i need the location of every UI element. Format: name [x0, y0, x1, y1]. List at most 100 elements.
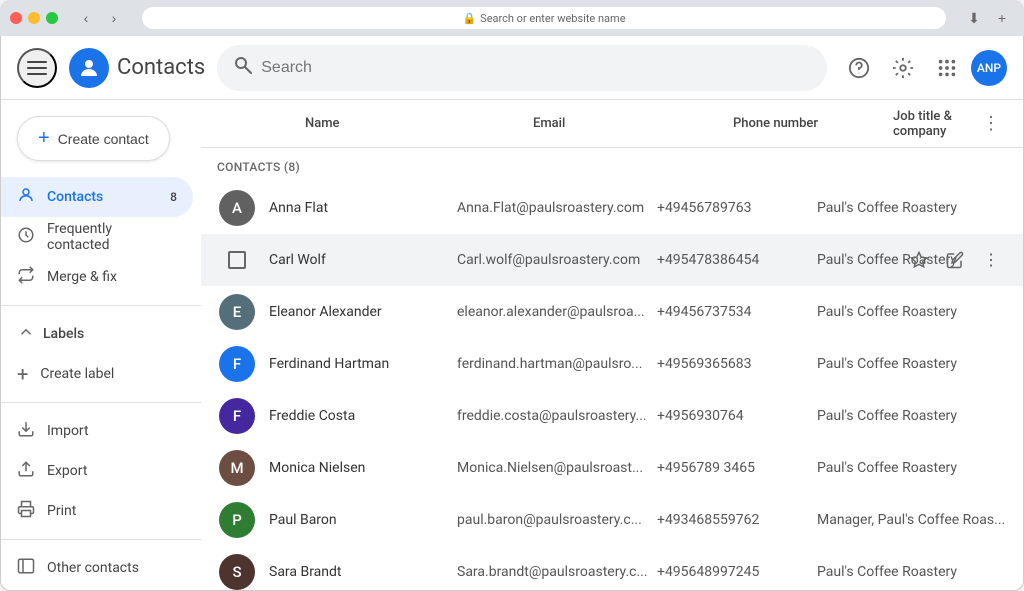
contacts-badge: 8: [170, 190, 177, 204]
top-bar-actions: ANP: [839, 48, 1007, 88]
create-contact-button[interactable]: + Create contact: [17, 116, 170, 161]
sidebar-item-contacts[interactable]: Contacts 8: [1, 177, 193, 217]
contact-name: Sara Brandt: [269, 564, 342, 580]
contact-job: Paul's Coffee Roastery: [817, 460, 1007, 476]
help-button[interactable]: [839, 48, 879, 88]
search-bar[interactable]: [217, 45, 827, 91]
contact-avatar: S: [219, 554, 255, 590]
checkbox-area[interactable]: S: [217, 554, 257, 590]
create-label-label: Create label: [40, 366, 114, 382]
contact-phone: +4956789 3465: [657, 460, 817, 476]
plus-icon: +: [38, 127, 50, 150]
new-tab-button[interactable]: +: [990, 6, 1014, 30]
print-label: Print: [47, 503, 76, 519]
address-bar-icon: 🔒: [462, 12, 476, 25]
forward-button[interactable]: ›: [102, 6, 126, 30]
create-contact-label: Create contact: [58, 131, 149, 147]
contact-row-left: F Freddie Costa: [217, 398, 457, 434]
checkbox-area[interactable]: P: [217, 502, 257, 538]
address-bar-text: Search or enter website name: [480, 12, 625, 25]
maximize-button[interactable]: [46, 12, 58, 24]
contact-phone: +495478386454: [657, 252, 817, 268]
table-row[interactable]: E Eleanor Alexander eleanor.alexander@pa…: [201, 286, 1023, 338]
checkbox-area[interactable]: C: [217, 251, 257, 269]
sidebar-item-export[interactable]: Export: [1, 451, 193, 491]
col-email-header: Email: [533, 116, 733, 131]
plus-label-icon: +: [17, 362, 28, 386]
download-button[interactable]: ⬇: [962, 6, 986, 30]
export-label: Export: [47, 463, 87, 479]
table-header: Name Email Phone number Job title & comp…: [201, 100, 1023, 148]
row-actions: ⋮: [903, 244, 1007, 276]
contact-phone: +493468559762: [657, 512, 817, 528]
contact-name: Eleanor Alexander: [269, 304, 382, 320]
app-logo: Contacts: [69, 48, 205, 88]
sidebar-item-print[interactable]: Print: [1, 491, 193, 531]
table-row[interactable]: F Freddie Costa freddie.costa@paulsroast…: [201, 390, 1023, 442]
import-label: Import: [47, 423, 89, 439]
contact-job: Paul's Coffee Roastery: [817, 408, 1007, 424]
avatar[interactable]: ANP: [971, 50, 1007, 86]
main-layout: + Create contact Contacts 8: [1, 100, 1023, 590]
sidebar-item-create-label[interactable]: + Create label: [1, 354, 193, 394]
sidebar-item-other-contacts[interactable]: Other contacts: [1, 548, 193, 588]
checkbox-area[interactable]: F: [217, 346, 257, 382]
contact-avatar: A: [219, 190, 255, 226]
table-more-button[interactable]: ⋮: [975, 108, 1007, 140]
contact-email: paul.baron@paulsroastery.c...: [457, 512, 657, 528]
more-button[interactable]: ⋮: [975, 244, 1007, 276]
sidebar-item-merge[interactable]: Merge & fix: [1, 257, 193, 297]
other-contacts-label: Other contacts: [47, 560, 139, 576]
contact-job: Manager, Paul's Coffee Roas...: [817, 512, 1007, 528]
contact-phone: +49456789763: [657, 200, 817, 216]
logo-icon: [69, 48, 109, 88]
table-row[interactable]: P Paul Baron paul.baron@paulsroastery.c.…: [201, 494, 1023, 546]
table-row[interactable]: C Carl Wolf Carl.wolf@paulsroastery.com …: [201, 234, 1023, 286]
contact-job: Paul's Coffee Roastery: [817, 304, 1007, 320]
contact-avatar: E: [219, 294, 255, 330]
close-button[interactable]: [10, 12, 22, 24]
address-bar[interactable]: 🔒 Search or enter website name: [142, 7, 946, 29]
contact-avatar: P: [219, 502, 255, 538]
star-button[interactable]: [903, 244, 935, 276]
contact-name: Monica Nielsen: [269, 460, 365, 476]
edit-button[interactable]: [939, 244, 971, 276]
contacts-icon: [17, 186, 35, 209]
contact-avatar: M: [219, 450, 255, 486]
contact-row-left: S Sara Brandt: [217, 554, 457, 590]
app-window: Contacts: [0, 36, 1024, 591]
sidebar-item-frequently[interactable]: Frequently contacted: [1, 217, 193, 257]
checkbox-area[interactable]: M: [217, 450, 257, 486]
browser-nav: ‹ ›: [74, 6, 126, 30]
settings-button[interactable]: [883, 48, 923, 88]
search-icon: [233, 55, 253, 80]
contact-checkbox[interactable]: [228, 251, 246, 269]
contact-phone: +495648997245: [657, 564, 817, 580]
table-row[interactable]: S Sara Brandt Sara.brandt@paulsroastery.…: [201, 546, 1023, 590]
sidebar-item-trash[interactable]: Trash: [1, 588, 193, 590]
labels-header[interactable]: Labels: [1, 314, 201, 354]
table-row[interactable]: F Ferdinand Hartman ferdinand.hartman@pa…: [201, 338, 1023, 390]
contact-job: Paul's Coffee Roastery: [817, 356, 1007, 372]
contact-email: Carl.wolf@paulsroastery.com: [457, 252, 657, 268]
contact-job: Paul's Coffee Roastery: [817, 200, 1007, 216]
col-name-header: Name: [293, 116, 533, 131]
sidebar-item-import[interactable]: Import: [1, 411, 193, 451]
contact-name: Freddie Costa: [269, 408, 355, 424]
contact-avatar: F: [219, 346, 255, 382]
contact-email: Sara.brandt@paulsroastery.c...: [457, 564, 657, 580]
checkbox-area[interactable]: E: [217, 294, 257, 330]
back-button[interactable]: ‹: [74, 6, 98, 30]
search-input[interactable]: [261, 59, 811, 77]
contacts-count: CONTACTS (8): [201, 148, 1023, 182]
labels-header-label: Labels: [43, 326, 84, 342]
hamburger-menu-button[interactable]: [17, 48, 57, 88]
table-row[interactable]: M Monica Nielsen Monica.Nielsen@paulsroa…: [201, 442, 1023, 494]
contact-name: Paul Baron: [269, 512, 337, 528]
checkbox-area[interactable]: A: [217, 190, 257, 226]
contact-name: Anna Flat: [269, 200, 328, 216]
apps-button[interactable]: [927, 48, 967, 88]
minimize-button[interactable]: [28, 12, 40, 24]
checkbox-area[interactable]: F: [217, 398, 257, 434]
table-row[interactable]: A Anna Flat Anna.Flat@paulsroastery.com …: [201, 182, 1023, 234]
